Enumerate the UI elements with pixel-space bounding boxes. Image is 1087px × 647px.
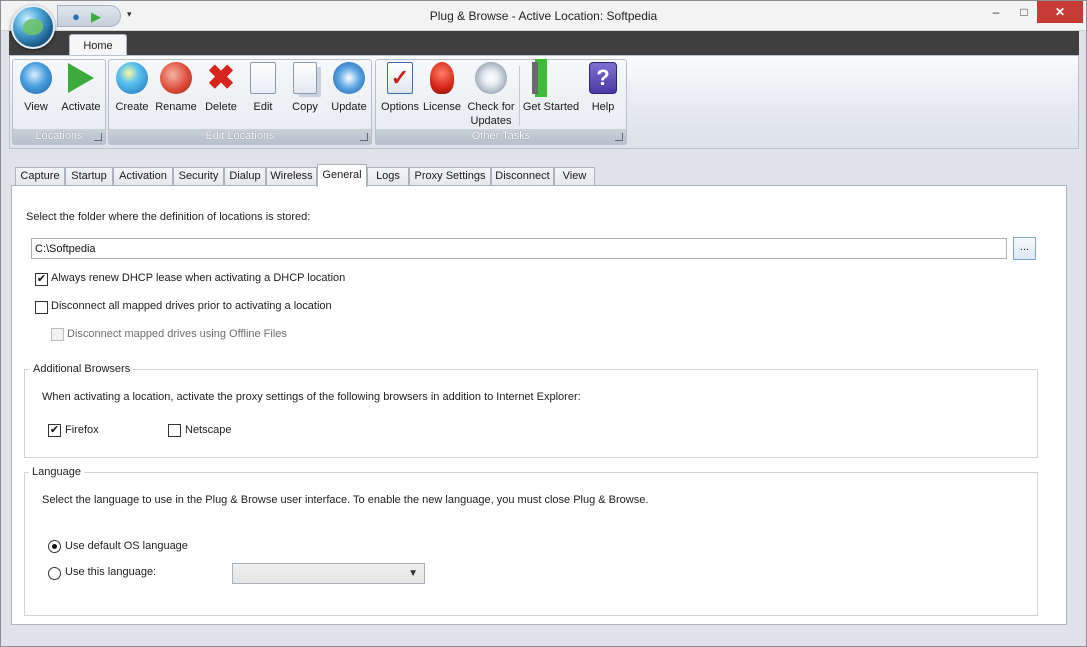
group-caption-other-tasks: Other Tasks [376, 129, 626, 144]
options-button[interactable]: ✓ Options [378, 62, 422, 114]
browsers-description: When activating a location, activate the… [42, 391, 581, 403]
edit-button[interactable]: Edit [245, 62, 281, 114]
offline-files-checkbox [51, 328, 64, 341]
checklist-icon: ✓ [387, 62, 413, 94]
update-icon [333, 62, 365, 94]
disconnect-drives-label: Disconnect all mapped drives prior to ac… [51, 300, 332, 312]
license-button[interactable]: License [422, 62, 462, 114]
view-label: View [24, 101, 48, 113]
disconnect-drives-checkbox[interactable] [35, 301, 48, 314]
edit-label: Edit [253, 101, 273, 113]
create-icon [116, 62, 148, 94]
app-menu-orb[interactable] [11, 5, 55, 49]
ribbon-group-edit-locations: Create Rename ✖ Delete Edit Copy Update … [108, 59, 372, 145]
use-this-language-radio[interactable] [48, 567, 61, 580]
rename-label: Rename [155, 101, 197, 113]
tab-security[interactable]: Security [173, 167, 224, 186]
renew-dhcp-checkbox[interactable]: ✔ [35, 273, 48, 286]
ribbon-group-other-tasks: ✓ Options License Check for Updates Get … [375, 59, 627, 145]
additional-browsers-group [24, 369, 1038, 458]
close-button[interactable]: ✕ [1037, 1, 1083, 23]
ribbon-tab-home[interactable]: Home [69, 34, 127, 56]
title-bar: ● ▶ ▾ Plug & Browse - Active Location: S… [1, 1, 1086, 31]
default-os-language-radio[interactable] [48, 540, 61, 553]
ribbon-group-locations: View Activate Locations [12, 59, 106, 145]
copy-button[interactable]: Copy [287, 62, 323, 114]
rename-button[interactable]: Rename [154, 62, 198, 114]
get-started-button[interactable]: Get Started [522, 62, 580, 114]
language-description: Select the language to use in the Plug &… [42, 494, 649, 506]
delete-button[interactable]: ✖ Delete [201, 59, 241, 114]
group-separator [519, 66, 520, 126]
options-label: Options [381, 101, 419, 113]
group-caption-locations: Locations [13, 129, 105, 144]
rename-icon [160, 62, 192, 94]
dialog-launcher-icon[interactable] [94, 133, 102, 141]
tab-view[interactable]: View [554, 167, 595, 186]
tab-capture[interactable]: Capture [15, 167, 65, 186]
tab-wireless[interactable]: Wireless [266, 167, 317, 186]
flag-icon [532, 62, 538, 94]
help-label: Help [591, 101, 615, 113]
firefox-checkbox[interactable]: ✔ [48, 424, 61, 437]
get-started-label: Get Started [522, 101, 580, 113]
activate-button[interactable]: Activate [59, 62, 103, 114]
folder-prompt-label: Select the folder where the definition o… [26, 211, 311, 223]
app-window: ● ▶ ▾ Plug & Browse - Active Location: S… [0, 0, 1087, 647]
tab-general[interactable]: General [317, 164, 367, 187]
netscape-checkbox[interactable] [168, 424, 181, 437]
tab-logs[interactable]: Logs [367, 167, 409, 186]
activate-icon [68, 63, 94, 93]
chevron-down-icon: ▼ [408, 568, 418, 579]
dialog-launcher-icon[interactable] [615, 133, 623, 141]
firefox-label: Firefox [65, 424, 99, 436]
use-this-language-label: Use this language: [65, 566, 157, 578]
license-label: License [423, 101, 461, 113]
help-button[interactable]: ? Help [586, 62, 620, 114]
tab-dialup[interactable]: Dialup [224, 167, 266, 186]
create-button[interactable]: Create [112, 62, 152, 114]
delete-icon: ✖ [206, 59, 236, 97]
ribbon-award-icon [430, 62, 454, 94]
language-select[interactable]: ▼ [232, 563, 425, 584]
minimize-button[interactable]: – [981, 1, 1011, 23]
view-button[interactable]: View [17, 62, 55, 114]
tab-disconnect[interactable]: Disconnect [491, 167, 554, 186]
check-for-label: Check for [467, 101, 515, 113]
delete-label: Delete [205, 101, 237, 113]
edit-icon [250, 62, 276, 94]
view-icon [20, 62, 52, 94]
create-label: Create [115, 101, 149, 113]
tab-startup[interactable]: Startup [65, 167, 113, 186]
window-title: Plug & Browse - Active Location: Softped… [429, 9, 658, 23]
language-title: Language [29, 466, 84, 478]
activate-label: Activate [61, 101, 101, 113]
help-icon: ? [589, 62, 617, 94]
copy-icon [293, 62, 317, 94]
updates-label: Updates [470, 115, 512, 127]
default-os-language-label: Use default OS language [65, 540, 188, 552]
cd-update-icon [475, 62, 507, 94]
locations-folder-input[interactable] [31, 238, 1007, 259]
status-strip [9, 627, 1079, 641]
ribbon-tab-strip [9, 31, 1079, 55]
copy-label: Copy [292, 101, 318, 113]
renew-dhcp-label: Always renew DHCP lease when activating … [51, 272, 346, 284]
offline-files-label: Disconnect mapped drives using Offline F… [67, 328, 287, 340]
browse-folder-button[interactable]: ... [1013, 237, 1036, 260]
group-caption-edit-locations: Edit Locations [109, 129, 371, 144]
dialog-launcher-icon[interactable] [360, 133, 368, 141]
tab-proxy-settings[interactable]: Proxy Settings [409, 167, 491, 186]
update-label: Update [331, 101, 367, 113]
maximize-button[interactable]: □ [1009, 1, 1039, 23]
netscape-label: Netscape [185, 424, 232, 436]
check-for-updates-button[interactable]: Check for Updates [466, 62, 516, 128]
update-button[interactable]: Update [329, 62, 369, 114]
additional-browsers-title: Additional Browsers [30, 363, 134, 375]
tab-activation[interactable]: Activation [113, 167, 173, 186]
radio-dot [52, 544, 57, 549]
